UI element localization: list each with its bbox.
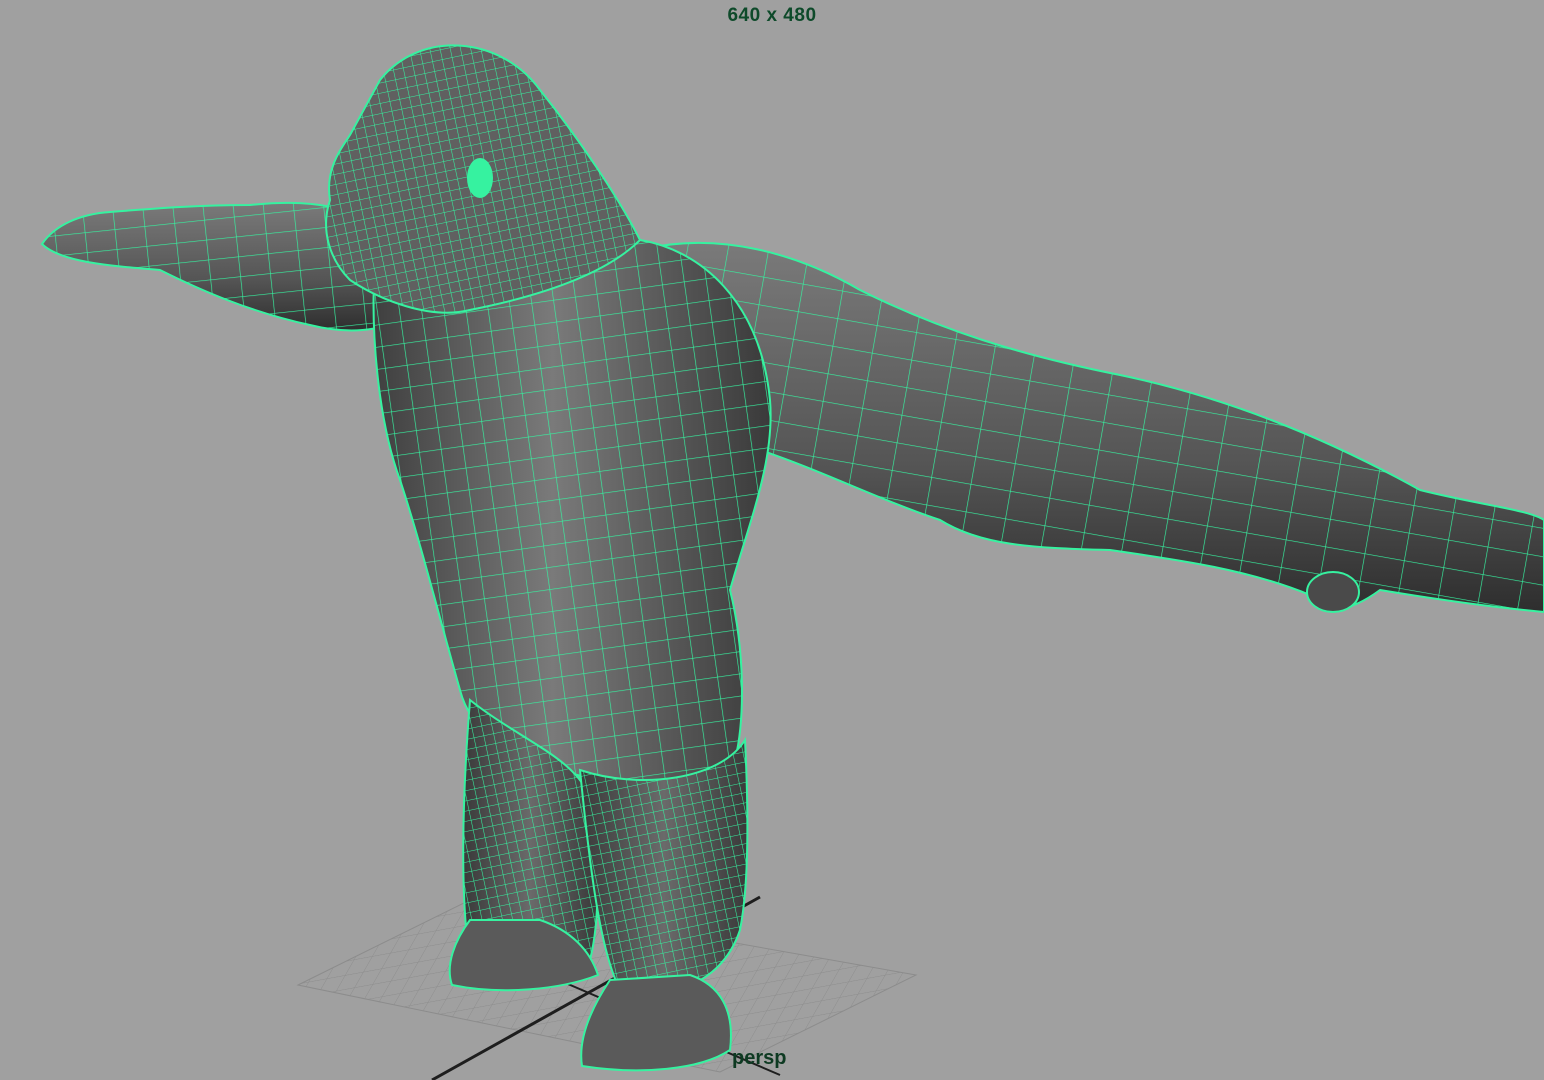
resolution-gate-label: 640 x 480 <box>727 5 817 26</box>
maya-viewport-persp[interactable]: 640 x 480 persp <box>0 0 1544 1080</box>
gorilla-mesh[interactable] <box>40 44 1544 1072</box>
viewport-scene[interactable] <box>0 0 1544 1080</box>
head-mesh <box>325 44 642 314</box>
camera-name-label: persp <box>732 1047 787 1069</box>
leg-right-mesh <box>578 736 749 1072</box>
ear-mesh <box>467 158 493 198</box>
